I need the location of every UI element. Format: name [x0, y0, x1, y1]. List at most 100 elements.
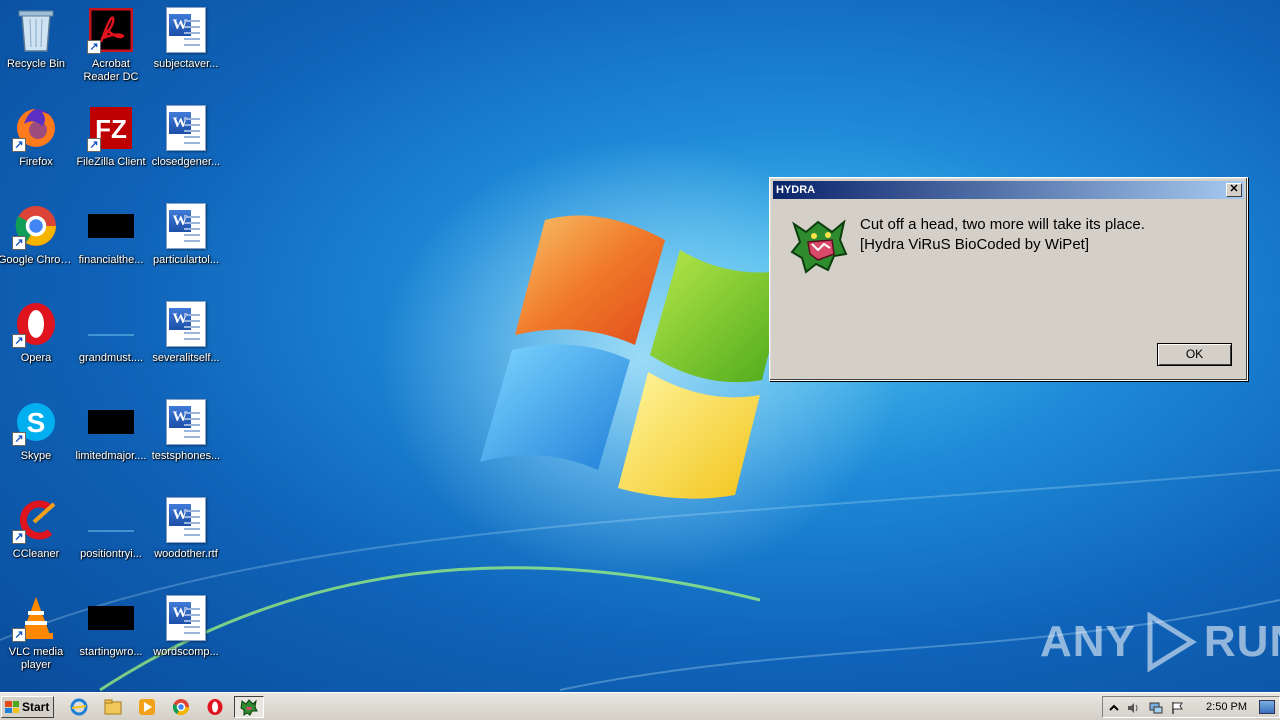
clock[interactable]: 2:50 PM — [1206, 701, 1247, 713]
volume-icon[interactable] — [1127, 701, 1141, 715]
ccleaner-icon: ↗ — [12, 496, 60, 544]
word-doc-icon: W — [162, 300, 210, 348]
desktop-icon-label: limitedmajor.... — [75, 450, 147, 462]
media-player-icon[interactable] — [136, 697, 158, 717]
opera-icon: ↗ — [12, 300, 60, 348]
desktop-icon-label: VLC media player — [8, 646, 64, 671]
desktop-icon[interactable]: positiontryi... — [73, 496, 149, 584]
dialog-title: HYDRA — [776, 184, 816, 196]
desktop-icon-label: woodother.rtf — [154, 548, 218, 560]
desktop-icon-label: Google Chrome — [0, 254, 74, 266]
dialog-message-line1: Cut off a head, two more will take its p… — [860, 216, 1145, 233]
desktop-icon[interactable]: ↗ Acrobat Reader DC — [73, 6, 149, 94]
skype-icon: S ↗ — [12, 398, 60, 446]
shortcut-arrow-icon: ↗ — [12, 334, 26, 348]
taskbar: Start 2:50 PM — [0, 692, 1280, 720]
desktop-icon[interactable]: Wseveralitself... — [148, 300, 224, 388]
ok-button[interactable]: OK — [1157, 343, 1232, 366]
desktop-icon[interactable]: ↗ Firefox — [0, 104, 74, 192]
desktop-icon[interactable]: Wwoodother.rtf — [148, 496, 224, 584]
shortcut-arrow-icon: ↗ — [87, 40, 101, 54]
blank-file-icon — [87, 496, 135, 544]
desktop-icon[interactable]: Recycle Bin — [0, 6, 74, 94]
desktop-icon-label: severalitself... — [152, 352, 220, 364]
desktop-icon-label: Skype — [20, 450, 52, 462]
desktop-icon-label: subjectaver... — [153, 58, 219, 70]
desktop-icon-label: positiontryi... — [80, 548, 142, 560]
chrome-icon[interactable] — [170, 697, 192, 717]
system-tray: 2:50 PM — [1102, 696, 1280, 718]
hydra-message-dialog: HYDRA ✕ Cut off a head, two more will ta… — [769, 177, 1248, 381]
shortcut-arrow-icon: ↗ — [12, 138, 26, 152]
hydra-taskbar-button[interactable] — [234, 696, 264, 718]
start-label: Start — [22, 700, 50, 714]
blank-file-icon — [87, 300, 135, 348]
explorer-icon[interactable] — [102, 697, 124, 717]
desktop-icon[interactable]: ↗ Google Chrome — [0, 202, 74, 290]
desktop-icon-label: CCleaner — [12, 548, 60, 560]
hydra-dragon-icon — [790, 219, 848, 274]
word-doc-icon: W — [162, 6, 210, 54]
opera-icon[interactable] — [204, 697, 226, 717]
hydra-app-icon — [240, 699, 258, 716]
network-icon[interactable] — [1149, 701, 1163, 715]
dialog-message-line2: [Hydra ViRuS BioCoded by WiPet] — [860, 236, 1089, 253]
desktop-icon[interactable]: ↗ CCleaner — [0, 496, 74, 584]
vlc-icon: ↗ — [12, 594, 60, 642]
desktop-icon[interactable]: ↗ VLC media player — [0, 594, 74, 682]
filezilla-icon: FZ ↗ — [87, 104, 135, 152]
acrobat-icon: ↗ — [87, 6, 135, 54]
black-file-icon — [87, 594, 135, 642]
word-doc-icon: W — [162, 202, 210, 250]
desktop-icon-label: Firefox — [19, 156, 53, 168]
firefox-icon: ↗ — [12, 104, 60, 152]
desktop-icon[interactable]: Wwordscomp... — [148, 594, 224, 682]
desktop-icon-label: financialthe... — [78, 254, 144, 266]
ie-icon[interactable] — [68, 697, 90, 717]
dialog-titlebar[interactable]: HYDRA ✕ — [773, 181, 1244, 199]
shortcut-arrow-icon: ↗ — [12, 432, 26, 446]
word-doc-icon: W — [162, 594, 210, 642]
word-doc-icon: W — [162, 104, 210, 152]
desktop-icon[interactable]: Wclosedgener... — [148, 104, 224, 192]
desktop-icon[interactable]: grandmust.... — [73, 300, 149, 388]
desktop-icon[interactable]: financialthe... — [73, 202, 149, 290]
svg-text:S: S — [27, 407, 46, 438]
desktop-icon[interactable]: startingwro... — [73, 594, 149, 682]
desktop-icon-label: particulartol... — [152, 254, 220, 266]
action-center-flag-icon[interactable] — [1171, 701, 1185, 715]
shortcut-arrow-icon: ↗ — [87, 138, 101, 152]
desktop-icon[interactable]: Wtestsphones... — [148, 398, 224, 486]
recycle-bin-icon — [12, 6, 60, 54]
watermark-text-left: ANY — [1040, 617, 1136, 666]
black-file-icon — [87, 202, 135, 250]
desktop-icon-label: closedgener... — [151, 156, 221, 168]
play-triangle-icon — [1147, 612, 1197, 672]
desktop-icon[interactable]: S ↗ Skype — [0, 398, 74, 486]
show-hidden-icons-icon[interactable] — [1107, 701, 1121, 715]
desktop-icon[interactable]: Wparticulartol... — [148, 202, 224, 290]
chrome-icon: ↗ — [12, 202, 60, 250]
dialog-message: Cut off a head, two more will take its p… — [860, 215, 1145, 255]
shortcut-arrow-icon: ↗ — [12, 530, 26, 544]
desktop-icon[interactable]: FZ ↗ FileZilla Client — [73, 104, 149, 192]
windows-flag-icon — [5, 701, 19, 713]
show-desktop-button[interactable] — [1259, 700, 1275, 714]
start-button[interactable]: Start — [1, 696, 54, 718]
desktop-icon[interactable]: ↗ Opera — [0, 300, 74, 388]
word-doc-icon: W — [162, 496, 210, 544]
desktop-icon-label: Opera — [20, 352, 52, 364]
desktop-icon-label: testsphones... — [151, 450, 221, 462]
close-button[interactable]: ✕ — [1226, 183, 1242, 197]
desktop-icon-label: Recycle Bin — [6, 58, 66, 70]
desktop-icon[interactable]: Wsubjectaver... — [148, 6, 224, 94]
desktop-icon[interactable]: limitedmajor.... — [73, 398, 149, 486]
desktop-icon-label: startingwro... — [79, 646, 143, 658]
watermark-text-right: RUN — [1203, 617, 1280, 666]
desktop-icon-label: FileZilla Client — [76, 156, 146, 168]
desktop-icon-label: wordscomp... — [153, 646, 219, 658]
shortcut-arrow-icon: ↗ — [12, 236, 26, 250]
anyrun-watermark: ANY RUN — [1040, 612, 1280, 672]
desktop-icon-label: Acrobat Reader DC — [83, 58, 139, 83]
shortcut-arrow-icon: ↗ — [12, 628, 26, 642]
